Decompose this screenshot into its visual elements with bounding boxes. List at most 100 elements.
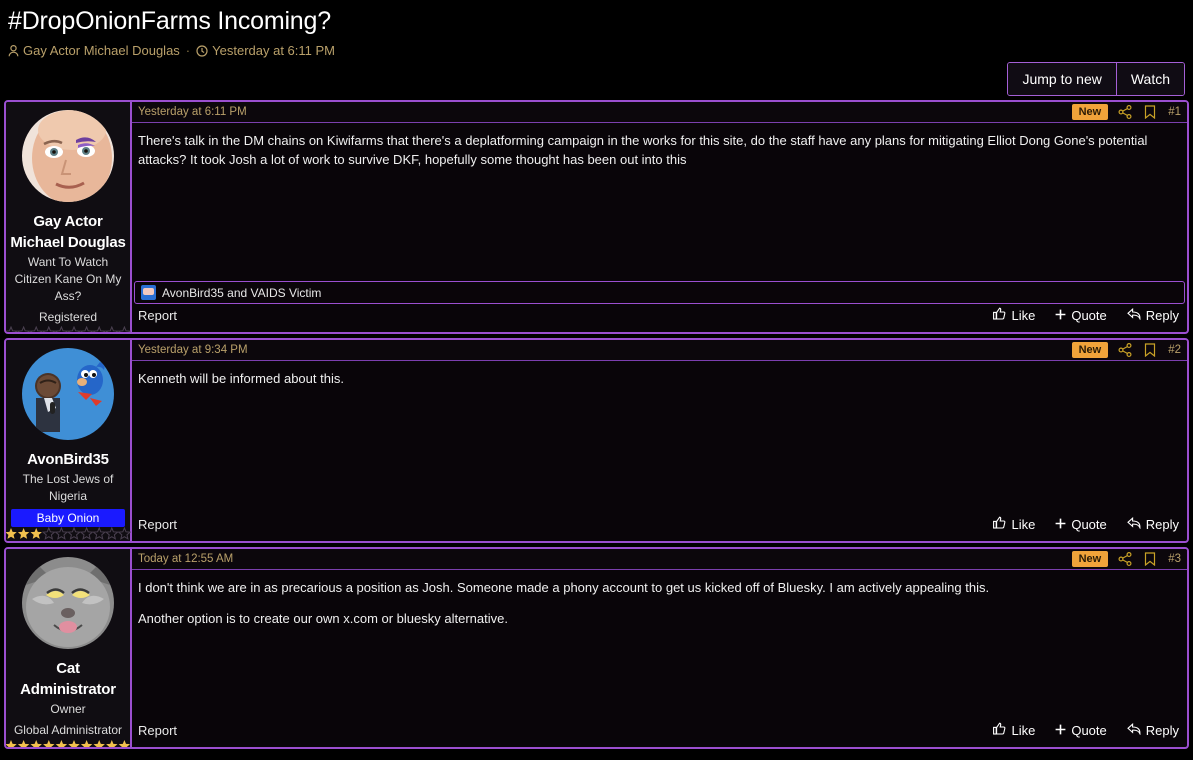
quote-button[interactable]: Quote <box>1055 307 1107 325</box>
reaction-emoji-icon <box>141 285 156 300</box>
user-title: Want To Watch Citizen Kane On My Ass? <box>14 255 122 303</box>
post-date[interactable]: Today at 12:55 AM <box>138 553 1072 565</box>
post-user-column: Cat Administrator Owner Global Administra… <box>6 549 132 747</box>
thread-header: #DropOnionFarms Incoming? Gay Actor Mich… <box>0 0 1193 59</box>
quote-label: Quote <box>1071 517 1107 532</box>
page-title: #DropOnionFarms Incoming? <box>8 7 331 35</box>
post-footer: Report Like Quote Reply <box>132 306 1187 332</box>
post-paragraph: Kenneth will be informed about this. <box>138 371 344 386</box>
reply-arrow-icon <box>1126 722 1141 740</box>
plus-icon <box>1055 516 1066 534</box>
reply-button[interactable]: Reply <box>1126 722 1179 740</box>
post-user-column: AvonBird35 The Lost Jews of Nigeria Baby … <box>6 340 132 541</box>
user-rating-stars <box>6 739 131 747</box>
thumbs-up-icon <box>993 722 1006 740</box>
reply-arrow-icon <box>1126 307 1141 325</box>
post-user-column: Gay Actor Michael Douglas Want To Watch … <box>6 102 132 332</box>
post-date[interactable]: Yesterday at 9:34 PM <box>138 344 1072 356</box>
plus-icon <box>1055 722 1066 740</box>
thread-toolbar: Jump to new Watch <box>1007 62 1185 96</box>
post-body: Kenneth will be informed about this. <box>132 361 1187 515</box>
meta-separator: · <box>185 43 191 58</box>
post-main-column: Yesterday at 6:11 PM New #1 There's talk… <box>132 102 1187 332</box>
post-card: Cat Administrator Owner Global Administra… <box>4 547 1189 749</box>
user-name[interactable]: Cat Administrator <box>10 658 126 700</box>
post-footer: Report Like Quote Reply <box>132 721 1187 747</box>
user-rating-stars <box>6 326 131 332</box>
clock-icon <box>196 45 208 57</box>
reply-button[interactable]: Reply <box>1126 516 1179 534</box>
like-label: Like <box>1011 308 1036 323</box>
reaction-list: AvonBird35 and VAIDS Victim <box>162 285 322 300</box>
bookmark-icon[interactable] <box>1144 552 1156 566</box>
thread-date[interactable]: Yesterday at 6:11 PM <box>212 43 335 59</box>
reply-label: Reply <box>1145 517 1179 532</box>
thread-meta: Gay Actor Michael Douglas · Yesterday at… <box>8 43 1185 59</box>
user-icon <box>8 45 19 57</box>
bookmark-icon[interactable] <box>1144 105 1156 119</box>
user-title: The Lost Jews of Nigeria <box>22 472 114 503</box>
report-link[interactable]: Report <box>138 307 177 325</box>
post-footer: Report Like Quote Reply <box>132 515 1187 541</box>
post-actions: Like Quote Reply <box>993 516 1179 534</box>
post-actions: Like Quote Reply <box>993 307 1179 325</box>
new-badge: New <box>1071 104 1109 120</box>
post-card: AvonBird35 The Lost Jews of Nigeria Baby … <box>4 338 1189 543</box>
user-name[interactable]: AvonBird35 <box>27 449 109 470</box>
plus-icon <box>1055 307 1066 325</box>
like-button[interactable]: Like <box>993 307 1035 325</box>
post-card: Gay Actor Michael Douglas Want To Watch … <box>4 100 1189 334</box>
user-rating-stars <box>6 527 131 541</box>
post-paragraph: There's talk in the DM chains on Kiwifar… <box>138 133 1148 167</box>
user-title: Owner <box>50 702 86 716</box>
post-actions: Like Quote Reply <box>993 722 1179 740</box>
post-main-column: Yesterday at 9:34 PM New #2 Kenneth will… <box>132 340 1187 541</box>
share-icon[interactable] <box>1118 105 1132 119</box>
post-header: Yesterday at 6:11 PM New #1 <box>132 102 1187 123</box>
thread-author[interactable]: Gay Actor Michael Douglas <box>23 43 180 59</box>
new-badge: New <box>1071 342 1109 358</box>
post-list: Gay Actor Michael Douglas Want To Watch … <box>4 100 1189 753</box>
reaction-bar[interactable]: AvonBird35 and VAIDS Victim <box>134 281 1185 304</box>
post-paragraph: Another option is to create our own x.co… <box>138 611 508 626</box>
post-body: I don't think we are in as precarious a … <box>132 570 1187 721</box>
bookmark-icon[interactable] <box>1144 343 1156 357</box>
post-date[interactable]: Yesterday at 6:11 PM <box>138 106 1072 118</box>
quote-label: Quote <box>1071 308 1107 323</box>
quote-button[interactable]: Quote <box>1055 516 1107 534</box>
user-rank: Registered <box>38 310 98 324</box>
post-header: Yesterday at 9:34 PM New #2 <box>132 340 1187 361</box>
report-link[interactable]: Report <box>138 516 177 534</box>
share-icon[interactable] <box>1118 343 1132 357</box>
like-button[interactable]: Like <box>993 722 1035 740</box>
user-rank: Global Administrator <box>13 723 123 737</box>
reply-arrow-icon <box>1126 516 1141 534</box>
post-paragraph: I don't think we are in as precarious a … <box>138 580 990 595</box>
post-number[interactable]: #1 <box>1168 106 1181 118</box>
avatar[interactable] <box>20 346 116 442</box>
avatar[interactable] <box>20 555 116 651</box>
quote-button[interactable]: Quote <box>1055 722 1107 740</box>
like-label: Like <box>1011 517 1036 532</box>
reply-label: Reply <box>1145 308 1179 323</box>
quote-label: Quote <box>1071 723 1107 738</box>
user-name[interactable]: Gay Actor Michael Douglas <box>10 211 126 253</box>
watch-button[interactable]: Watch <box>1115 63 1184 95</box>
post-number[interactable]: #2 <box>1168 344 1181 356</box>
thread-page: #DropOnionFarms Incoming? Gay Actor Mich… <box>0 0 1193 760</box>
jump-to-new-button[interactable]: Jump to new <box>1008 63 1116 95</box>
post-body: There's talk in the DM chains on Kiwifar… <box>132 123 1187 281</box>
reply-button[interactable]: Reply <box>1126 307 1179 325</box>
post-header: Today at 12:55 AM New #3 <box>132 549 1187 570</box>
like-button[interactable]: Like <box>993 516 1035 534</box>
reply-label: Reply <box>1145 723 1179 738</box>
avatar[interactable] <box>20 108 116 204</box>
report-link[interactable]: Report <box>138 722 177 740</box>
like-label: Like <box>1011 723 1036 738</box>
share-icon[interactable] <box>1118 552 1132 566</box>
thumbs-up-icon <box>993 307 1006 325</box>
user-banner: Baby Onion <box>11 509 125 527</box>
new-badge: New <box>1071 551 1109 567</box>
thumbs-up-icon <box>993 516 1006 534</box>
post-number[interactable]: #3 <box>1168 553 1181 565</box>
